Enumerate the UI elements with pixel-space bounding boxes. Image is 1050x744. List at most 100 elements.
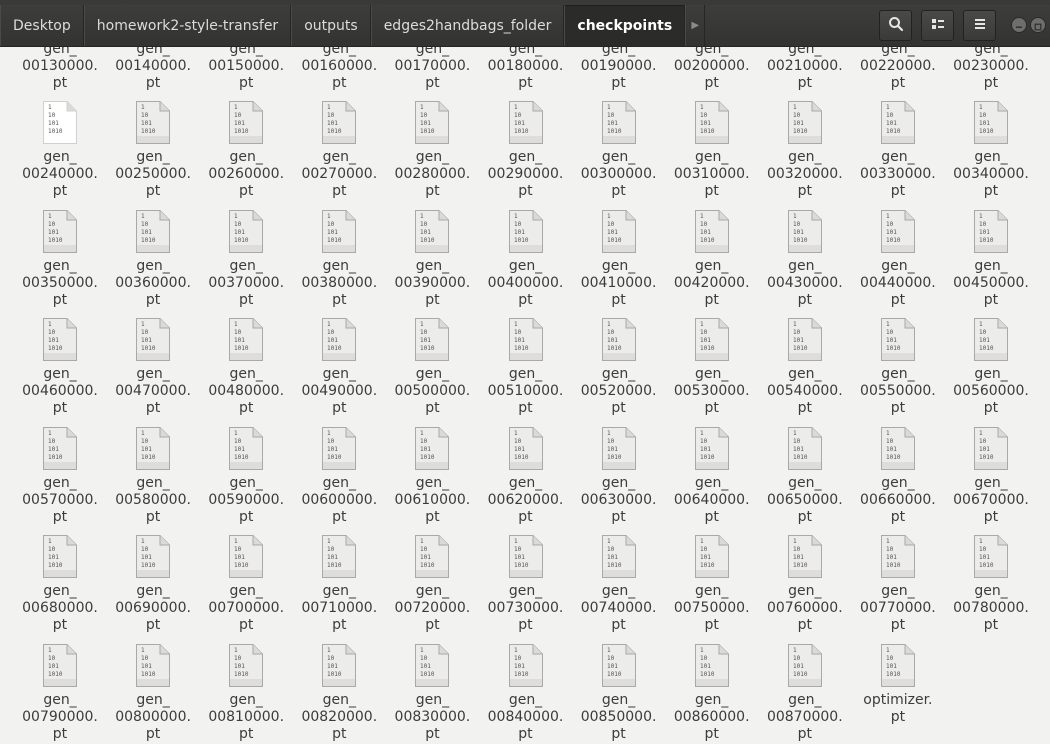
file-item[interactable]: 1 10 101 1010 gen_ 00810000. pt <box>203 639 289 744</box>
breadcrumb-edges2handbags-folder[interactable]: edges2handbags_folder <box>370 5 565 46</box>
file-item[interactable]: gen_ 00150000. pt <box>203 47 289 96</box>
file-item[interactable]: 1 10 101 1010 gen_ 00870000. pt <box>762 639 848 744</box>
file-item[interactable]: 1 10 101 1010 gen_ 00840000. pt <box>483 639 569 744</box>
menu-button[interactable] <box>963 10 996 41</box>
file-item[interactable]: 1 10 101 1010 gen_ 00820000. pt <box>296 639 382 744</box>
breadcrumb-desktop[interactable]: Desktop <box>0 5 84 46</box>
file-item[interactable]: 1 10 101 1010 gen_ 00370000. pt <box>203 205 289 313</box>
file-item[interactable]: 1 10 101 1010 gen_ 00540000. pt <box>762 313 848 421</box>
file-item[interactable]: 1 10 101 1010 gen_ 00250000. pt <box>110 96 196 204</box>
file-item[interactable]: 1 10 101 1010 gen_ 00650000. pt <box>762 422 848 530</box>
breadcrumb-outputs[interactable]: outputs <box>291 5 371 46</box>
file-item[interactable]: 1 10 101 1010 gen_ 00610000. pt <box>389 422 475 530</box>
file-item[interactable]: 1 10 101 1010 gen_ 00860000. pt <box>669 639 755 744</box>
file-item[interactable]: 1 10 101 1010 gen_ 00440000. pt <box>855 205 941 313</box>
file-item[interactable]: 1 10 101 1010 gen_ 00410000. pt <box>576 205 662 313</box>
minimize-button[interactable] <box>1011 17 1027 33</box>
file-item[interactable]: gen_ 00190000. pt <box>576 47 662 96</box>
file-name-line: pt <box>797 75 812 91</box>
file-item[interactable]: 1 10 101 1010 gen_ 00310000. pt <box>669 96 755 204</box>
file-item[interactable]: 1 10 101 1010 gen_ 00290000. pt <box>483 96 569 204</box>
file-item[interactable]: gen_ 00180000. pt <box>483 47 569 96</box>
file-item[interactable]: 1 10 101 1010 gen_ 00770000. pt <box>855 530 941 638</box>
file-item[interactable]: gen_ 00220000. pt <box>855 47 941 96</box>
file-item[interactable]: 1 10 101 1010 gen_ 00700000. pt <box>203 530 289 638</box>
file-item[interactable]: 1 10 101 1010 gen_ 00720000. pt <box>389 530 475 638</box>
file-item[interactable]: 1 10 101 1010 gen_ 00350000. pt <box>17 205 103 313</box>
file-item[interactable]: 1 10 101 1010 gen_ 00560000. pt <box>948 313 1034 421</box>
file-item[interactable]: 1 10 101 1010 gen_ 00620000. pt <box>483 422 569 530</box>
file-item[interactable]: 1 10 101 1010 gen_ 00530000. pt <box>669 313 755 421</box>
maximize-button[interactable] <box>1030 17 1046 33</box>
file-item[interactable]: 1 10 101 1010 gen_ 00300000. pt <box>576 96 662 204</box>
file-item[interactable]: 1 10 101 1010 gen_ 00780000. pt <box>948 530 1034 638</box>
binary-file-icon: 1 10 101 1010 <box>601 426 637 471</box>
search-button[interactable] <box>879 10 912 41</box>
file-item[interactable]: 1 10 101 1010 gen_ 00450000. pt <box>948 205 1034 313</box>
file-item[interactable]: 1 10 101 1010 gen_ 00430000. pt <box>762 205 848 313</box>
file-item[interactable]: 1 10 101 1010 gen_ 00280000. pt <box>389 96 475 204</box>
file-item[interactable]: 1 10 101 1010 gen_ 00520000. pt <box>576 313 662 421</box>
breadcrumb-scroll-button[interactable]: ▶ <box>685 5 706 46</box>
file-item[interactable]: 1 10 101 1010 gen_ 00790000. pt <box>17 639 103 744</box>
file-item[interactable]: 1 10 101 1010 gen_ 00260000. pt <box>203 96 289 204</box>
file-item[interactable]: 1 10 101 1010 gen_ 00800000. pt <box>110 639 196 744</box>
file-item[interactable]: 1 10 101 1010 gen_ 00510000. pt <box>483 313 569 421</box>
file-item[interactable]: 1 10 101 1010 gen_ 00570000. pt <box>17 422 103 530</box>
file-item[interactable]: 1 10 101 1010 gen_ 00670000. pt <box>948 422 1034 530</box>
file-item[interactable]: 1 10 101 1010 gen_ 00460000. pt <box>17 313 103 421</box>
file-name: gen_ 00200000. pt <box>669 47 755 92</box>
file-name-line: 00850000. <box>580 709 657 725</box>
view-options-button[interactable] <box>921 10 954 41</box>
file-item[interactable]: 1 10 101 1010 gen_ 00680000. pt <box>17 530 103 638</box>
file-name: gen_ 00380000. pt <box>296 258 382 309</box>
svg-text:101: 101 <box>514 554 525 561</box>
file-item[interactable]: 1 10 101 1010 gen_ 00420000. pt <box>669 205 755 313</box>
file-name-line: gen_ <box>695 366 729 383</box>
file-item[interactable]: 1 10 101 1010 gen_ 00480000. pt <box>203 313 289 421</box>
file-item[interactable]: 1 10 101 1010 gen_ 00830000. pt <box>389 639 475 744</box>
file-item[interactable]: gen_ 00200000. pt <box>669 47 755 96</box>
file-item[interactable]: gen_ 00140000. pt <box>110 47 196 96</box>
file-item[interactable]: 1 10 101 1010 gen_ 00550000. pt <box>855 313 941 421</box>
file-item[interactable]: 1 10 101 1010 gen_ 00320000. pt <box>762 96 848 204</box>
file-item[interactable]: gen_ 00230000. pt <box>948 47 1034 96</box>
file-item[interactable]: 1 10 101 1010 gen_ 00760000. pt <box>762 530 848 638</box>
file-item[interactable]: 1 10 101 1010 gen_ 00490000. pt <box>296 313 382 421</box>
file-item[interactable]: 1 10 101 1010 gen_ 00750000. pt <box>669 530 755 638</box>
file-item[interactable]: 1 10 101 1010 gen_ 00850000. pt <box>576 639 662 744</box>
file-item[interactable]: 1 10 101 1010 gen_ 00690000. pt <box>110 530 196 638</box>
breadcrumb-homework2-style-transfer[interactable]: homework2-style-transfer <box>83 5 292 46</box>
file-grid-view[interactable]: gen_ 00130000. pt gen_ 00140000. pt gen_ 001500… <box>0 47 1050 744</box>
file-item[interactable]: gen_ 00160000. pt <box>296 47 382 96</box>
file-item[interactable]: 1 10 101 1010 gen_ 00590000. pt <box>203 422 289 530</box>
file-item[interactable]: gen_ 00130000. pt <box>17 47 103 96</box>
file-name-line: pt <box>704 400 719 417</box>
file-item[interactable]: 1 10 101 1010 gen_ 00660000. pt <box>855 422 941 530</box>
file-item[interactable]: 1 10 101 1010 gen_ 00630000. pt <box>576 422 662 530</box>
file-item[interactable]: 1 10 101 1010 gen_ 00600000. pt <box>296 422 382 530</box>
file-name-line: 00620000. <box>487 491 564 508</box>
file-item[interactable]: gen_ 00210000. pt <box>762 47 848 96</box>
breadcrumb-checkpoints[interactable]: checkpoints <box>564 5 686 46</box>
file-item[interactable]: 1 10 101 1010 gen_ 00740000. pt <box>576 530 662 638</box>
file-item[interactable]: 1 10 101 1010 gen_ 00400000. pt <box>483 205 569 313</box>
svg-text:101: 101 <box>607 229 618 236</box>
file-item[interactable]: 1 10 101 1010 gen_ 00380000. pt <box>296 205 382 313</box>
file-item[interactable]: 1 10 101 1010 gen_ 00240000. pt <box>17 96 103 204</box>
file-name-line: pt <box>238 726 254 742</box>
file-item[interactable]: 1 10 101 1010 gen_ 00330000. pt <box>855 96 941 204</box>
file-item[interactable]: 1 10 101 1010 gen_ 00710000. pt <box>296 530 382 638</box>
file-item[interactable]: 1 10 101 1010 gen_ 00640000. pt <box>669 422 755 530</box>
file-item[interactable]: 1 10 101 1010 gen_ 00470000. pt <box>110 313 196 421</box>
file-item[interactable]: 1 10 101 1010 gen_ 00390000. pt <box>389 205 475 313</box>
svg-text:101: 101 <box>141 446 152 453</box>
file-item[interactable]: 1 10 101 1010 gen_ 00730000. pt <box>483 530 569 638</box>
file-item[interactable]: 1 10 101 1010 optimizer. pt <box>855 639 941 744</box>
file-item[interactable]: 1 10 101 1010 gen_ 00500000. pt <box>389 313 475 421</box>
file-item[interactable]: 1 10 101 1010 gen_ 00360000. pt <box>110 205 196 313</box>
file-item[interactable]: 1 10 101 1010 gen_ 00340000. pt <box>948 96 1034 204</box>
file-item[interactable]: gen_ 00170000. pt <box>389 47 475 96</box>
file-item[interactable]: 1 10 101 1010 gen_ 00580000. pt <box>110 422 196 530</box>
file-item[interactable]: 1 10 101 1010 gen_ 00270000. pt <box>296 96 382 204</box>
